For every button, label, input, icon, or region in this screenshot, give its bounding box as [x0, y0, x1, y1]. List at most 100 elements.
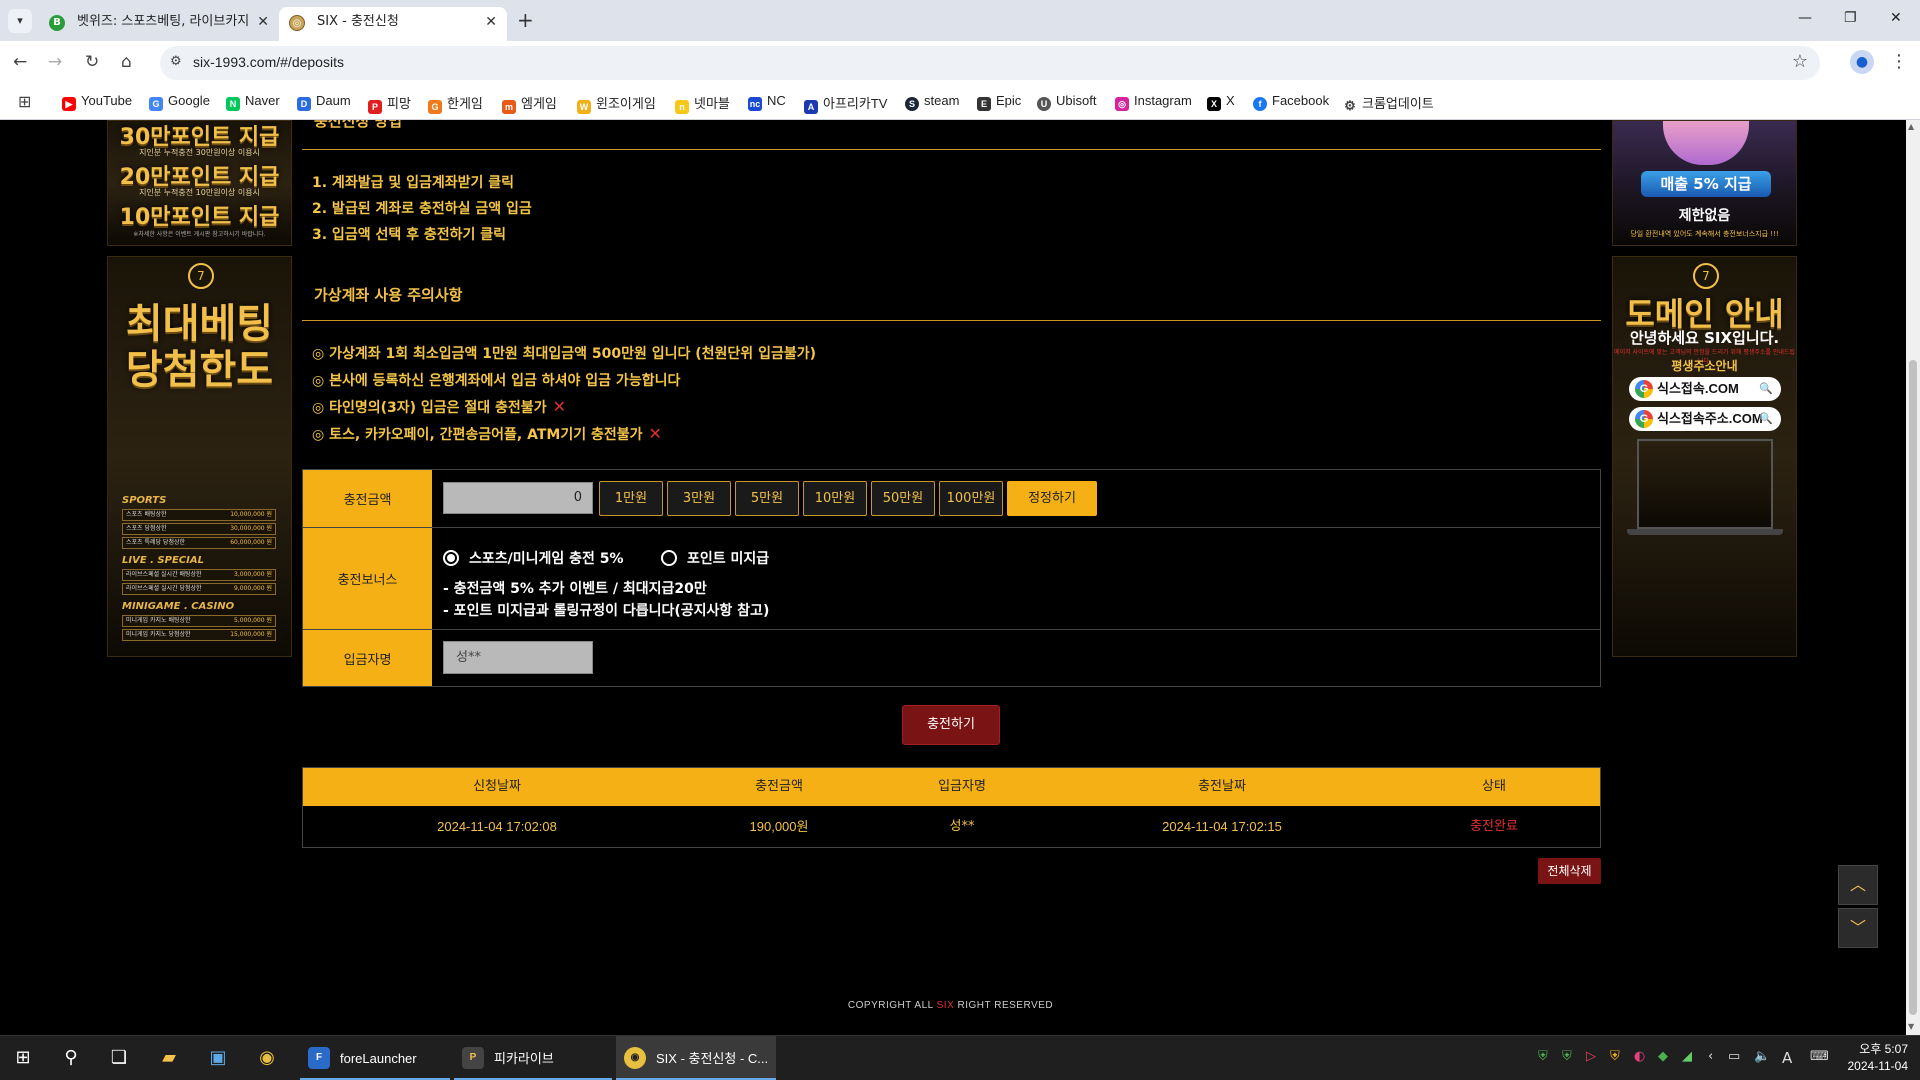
- close-icon[interactable]: ✕: [257, 7, 269, 37]
- bookmark-nc[interactable]: nc NC: [748, 93, 786, 111]
- ime-indicator[interactable]: A: [1782, 1049, 1792, 1067]
- caution-item: ◎ 본사에 등록하신 은행계좌에서 입금 하셔야 입금 가능합니다: [312, 373, 681, 389]
- back-arrow-icon[interactable]: ←: [13, 52, 27, 72]
- tray-app-icon[interactable]: ◐: [1634, 1049, 1645, 1064]
- file-explorer-icon[interactable]: ▰: [156, 1045, 182, 1071]
- table-row: 2024-11-04 17:02:08 190,000원 성** 2024-11…: [303, 806, 1600, 847]
- domain-pill[interactable]: G 식스접속.COM 🔍: [1629, 377, 1781, 401]
- task-view-icon[interactable]: ❏: [106, 1045, 132, 1071]
- chrome-icon[interactable]: ◉: [254, 1045, 280, 1071]
- minimize-icon[interactable]: —: [1798, 10, 1812, 26]
- six-logo-icon: 7: [1693, 263, 1719, 289]
- banner-headline: 당첨한도: [125, 347, 274, 393]
- scroll-down-chevron-icon[interactable]: ﹀: [1838, 908, 1878, 948]
- depositor-name-input[interactable]: 성**: [443, 641, 593, 674]
- restore-icon[interactable]: ❐: [1844, 10, 1857, 26]
- tab-search-chevron-icon[interactable]: ▾: [8, 9, 32, 33]
- left-banner-referral-points[interactable]: 30만포인트 지급 지인분 누적충전 30만원이상 이용시 20만포인트 지급 …: [107, 120, 292, 246]
- bookmark-mgame[interactable]: m 엠게임: [502, 93, 557, 114]
- caution-item: ◎ 토스, 카카오페이, 간편송금어플, ATM기기 충전불가 ✕: [312, 424, 662, 443]
- windows-start-icon[interactable]: ⊞: [10, 1045, 36, 1071]
- bookmark-winjoy[interactable]: W 윈조이게임: [577, 93, 656, 114]
- reload-icon[interactable]: ↻: [85, 52, 99, 72]
- tray-play-icon[interactable]: ▷: [1586, 1049, 1596, 1064]
- bookmark-daum[interactable]: D Daum: [297, 93, 351, 111]
- reset-amount-button[interactable]: 정정하기: [1007, 481, 1097, 516]
- site-info-icon[interactable]: ⚙: [170, 54, 182, 69]
- scroll-arrow-up-icon[interactable]: ▲: [1908, 122, 1914, 131]
- browser-tab-betwiz[interactable]: B 벳위즈: 스포츠베팅, 라이브카지 ✕: [39, 7, 275, 41]
- banner-row: 라이브스페셜 실시간 당첨상한 9,000,000 원: [122, 583, 276, 595]
- new-tab-plus-icon[interactable]: +: [517, 8, 534, 32]
- bookmark-instagram[interactable]: ◎ Instagram: [1115, 93, 1192, 111]
- bookmark-afreecatv[interactable]: A 아프리카TV: [804, 93, 887, 114]
- amount-input[interactable]: 0: [443, 482, 593, 514]
- amount-button-1m[interactable]: 100만원: [939, 481, 1003, 516]
- amount-button-500k[interactable]: 50만원: [871, 481, 935, 516]
- tray-network-icon[interactable]: ▭: [1728, 1049, 1740, 1064]
- close-window-icon[interactable]: ✕: [1890, 10, 1902, 26]
- close-icon[interactable]: ✕: [485, 7, 497, 37]
- bonus-option-sports[interactable]: 스포츠/미니게임 충전 5%: [443, 548, 624, 568]
- amount-button-10k[interactable]: 1만원: [599, 481, 663, 516]
- bookmark-youtube[interactable]: ▶ YouTube: [62, 93, 132, 111]
- search-icon: 🔍: [1759, 413, 1773, 425]
- right-banner-sales-bonus[interactable]: 매출 5% 지급 제한없음 당일 환전내역 있어도 계속해서 충전보너스지급 !…: [1612, 120, 1797, 246]
- left-banner-betting-limits[interactable]: 7 최대베팅 당첨한도 SPORTS 스포츠 배팅상한 10,000,000 원 …: [107, 256, 292, 657]
- url-text[interactable]: six-1993.com/#/deposits: [193, 54, 344, 70]
- tray-shield-icon[interactable]: ⛨: [1562, 1049, 1572, 1064]
- scrollbar-thumb[interactable]: [1909, 360, 1917, 1015]
- bookmark-star-icon[interactable]: ☆: [1792, 51, 1808, 72]
- bookmark-naver[interactable]: N Naver: [226, 93, 280, 111]
- browser-tab-six[interactable]: ◎ SIX - 충전신청 ✕: [279, 7, 507, 41]
- profile-avatar-icon[interactable]: ●: [1850, 50, 1874, 74]
- apps-grid-icon[interactable]: ⊞: [18, 92, 31, 111]
- banner-permanent-address: 평생주소안내: [1671, 359, 1738, 373]
- radio-unselected-icon[interactable]: [661, 550, 677, 566]
- tray-shield-icon[interactable]: ⛨: [1538, 1049, 1548, 1064]
- scroll-up-chevron-icon[interactable]: ︿: [1838, 865, 1878, 905]
- bookmark-netmarble[interactable]: n 넷마블: [675, 93, 730, 114]
- kebab-menu-icon[interactable]: ⋮: [1890, 51, 1908, 72]
- bookmark-x[interactable]: XX: [1207, 93, 1235, 111]
- amount-button-50k[interactable]: 5만원: [735, 481, 799, 516]
- taskbar-clock[interactable]: 오후 5:07 2024-11-04: [1848, 1041, 1909, 1075]
- submit-deposit-button[interactable]: 충전하기: [902, 705, 1000, 745]
- address-bar[interactable]: ⚙ six-1993.com/#/deposits ☆: [160, 46, 1820, 80]
- tray-volume-icon[interactable]: 🔈: [1754, 1049, 1770, 1064]
- amount-button-30k[interactable]: 3만원: [667, 481, 731, 516]
- bookmark-epic[interactable]: E Epic: [977, 93, 1021, 111]
- tray-nvidia-icon[interactable]: ◢: [1682, 1049, 1692, 1064]
- taskbar-app-pikalive[interactable]: P 피카라이브: [454, 1036, 612, 1080]
- right-banner-domain-info[interactable]: 7 도메인 안내 안녕하세요 SIX입니다. 메이저 사이트에 맞는 고객님의 …: [1612, 256, 1797, 657]
- home-icon[interactable]: ⌂: [121, 52, 132, 72]
- domain-pill[interactable]: G 식스접속주소.COM 🔍: [1629, 407, 1781, 431]
- tray-chevron-icon[interactable]: ‹: [1708, 1049, 1713, 1064]
- bookmark-pmang[interactable]: P 피망: [368, 93, 411, 114]
- tray-app-icon[interactable]: ◆: [1658, 1049, 1668, 1064]
- tray-keyboard-icon[interactable]: ⌨: [1810, 1049, 1829, 1064]
- bookmark-chrome-update[interactable]: ⚙ 크롬업데이트: [1343, 93, 1434, 113]
- bookmark-steam[interactable]: Ssteam: [905, 93, 959, 111]
- tray-shield-icon[interactable]: ⛨: [1610, 1049, 1620, 1064]
- taskbar-app-chrome-six[interactable]: ◉ SIX - 충전신청 - C...: [616, 1036, 776, 1080]
- google-icon: G: [1635, 380, 1653, 398]
- radio-selected-icon[interactable]: [443, 550, 459, 566]
- search-icon[interactable]: ⚲: [58, 1045, 84, 1071]
- banner-greeting: 안녕하세요 SIX입니다.: [1629, 329, 1780, 347]
- forward-arrow-icon[interactable]: →: [48, 52, 62, 72]
- taskbar-app-forelauncher[interactable]: FforeLauncher: [300, 1036, 450, 1080]
- bonus-option-no-points[interactable]: 포인트 미지급: [661, 548, 769, 568]
- bookmark-hangame[interactable]: G 한게임: [428, 93, 483, 114]
- delete-all-button[interactable]: 전체삭제: [1538, 858, 1601, 884]
- bookmark-facebook[interactable]: f Facebook: [1253, 93, 1329, 111]
- request-date-cell: 2024-11-04 17:02:08: [437, 819, 557, 834]
- bookmark-ubisoft[interactable]: U Ubisoft: [1037, 93, 1096, 111]
- pmang-icon: P: [368, 100, 382, 114]
- page-scrollbar[interactable]: ▲ ▼: [1906, 120, 1920, 1035]
- microsoft-store-icon[interactable]: ▣: [205, 1045, 231, 1071]
- bookmark-google[interactable]: G Google: [149, 93, 210, 111]
- scroll-arrow-down-icon[interactable]: ▼: [1908, 1022, 1914, 1031]
- amount-button-100k[interactable]: 10만원: [803, 481, 867, 516]
- pikalive-icon: P: [462, 1047, 484, 1069]
